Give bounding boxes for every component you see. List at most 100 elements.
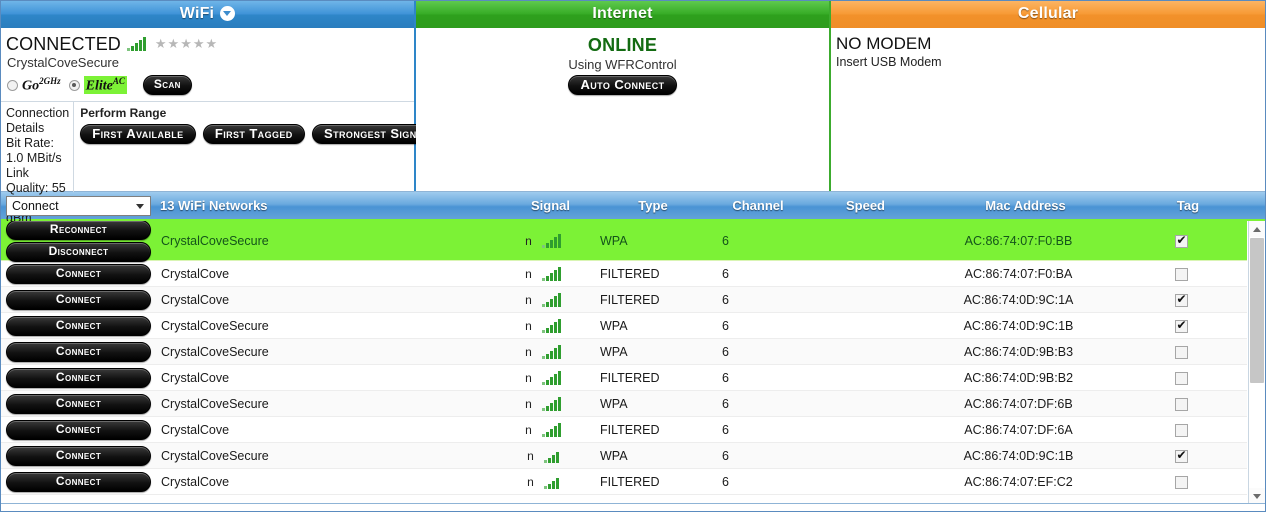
signal-strength-icon <box>542 397 562 411</box>
row-mac-address: AC:86:74:07:EF:C2 <box>911 475 1126 489</box>
table-row[interactable]: ConnectCrystalCovenFILTERED6AC:86:74:07:… <box>1 469 1247 495</box>
table-row[interactable]: ConnectCrystalCovenFILTERED6AC:86:74:07:… <box>1 417 1247 443</box>
tag-checkbox[interactable] <box>1175 294 1188 307</box>
row-wifi-mode: n <box>525 293 532 307</box>
reconnect-button[interactable]: Reconnect <box>6 221 151 240</box>
table-row[interactable]: ConnectCrystalCovenFILTERED6AC:86:74:07:… <box>1 261 1247 287</box>
action-select-cell: Connect <box>6 196 158 216</box>
row-ssid: CrystalCoveSecure <box>151 234 491 248</box>
scan-button[interactable]: Scan <box>143 75 192 95</box>
action-select-wrap[interactable]: Connect <box>6 196 151 216</box>
disconnect-button[interactable]: Disconnect <box>6 242 151 262</box>
radio-band-go2ghz[interactable] <box>7 80 18 91</box>
row-action-buttons: Connect <box>6 394 151 414</box>
network-table-body: ReconnectDisconnectCrystalCoveSecurenWPA… <box>1 221 1265 504</box>
column-header-signal[interactable]: Signal <box>498 198 603 213</box>
connected-ssid: CrystalCoveSecure <box>1 55 414 71</box>
wifi-status-row: CONNECTED ★★★★★ <box>1 33 414 55</box>
connect-button[interactable]: Connect <box>6 290 151 310</box>
signal-strength-icon <box>542 267 562 281</box>
scrollbar-thumb[interactable] <box>1250 238 1264 383</box>
column-header-channel[interactable]: Channel <box>703 198 813 213</box>
column-header-mac[interactable]: Mac Address <box>918 198 1133 213</box>
first-tagged-button[interactable]: First Tagged <box>203 124 305 144</box>
scroll-up-icon[interactable] <box>1249 221 1265 237</box>
signal-strength-icon <box>544 475 560 489</box>
tag-checkbox[interactable] <box>1175 450 1188 463</box>
internet-panel-title: Internet <box>592 1 652 27</box>
row-security-type: WPA <box>596 449 696 463</box>
table-row[interactable]: ConnectCrystalCoveSecurenWPA6AC:86:74:0D… <box>1 313 1247 339</box>
row-security-type: FILTERED <box>596 267 696 281</box>
connection-details: Connection Details Bit Rate: 1.0 MBit/s … <box>1 102 74 192</box>
tag-checkbox[interactable] <box>1175 268 1188 281</box>
action-select-value: Connect <box>12 199 59 213</box>
row-wifi-mode: n <box>525 397 532 411</box>
row-signal-cell: n <box>491 423 596 437</box>
table-row[interactable]: ConnectCrystalCovenFILTERED6AC:86:74:0D:… <box>1 365 1247 391</box>
scroll-down-icon[interactable] <box>1249 488 1265 504</box>
row-wifi-mode: n <box>525 267 532 281</box>
tag-checkbox[interactable] <box>1175 235 1188 248</box>
row-wifi-mode: n <box>525 371 532 385</box>
connect-button[interactable]: Connect <box>6 368 151 388</box>
wifi-panel-header[interactable]: WiFi <box>1 1 414 28</box>
chevron-down-icon[interactable] <box>136 204 144 209</box>
tag-checkbox[interactable] <box>1175 424 1188 437</box>
connect-button[interactable]: Connect <box>6 264 151 284</box>
table-row[interactable]: ConnectCrystalCovenFILTERED6AC:86:74:0D:… <box>1 287 1247 313</box>
row-action-cell: Reconnect Disconnect <box>1 221 151 262</box>
connect-button[interactable]: Connect <box>6 446 151 466</box>
wifi-panel-lower: Connection Details Bit Rate: 1.0 MBit/s … <box>1 101 414 192</box>
connect-button[interactable]: Connect <box>6 394 151 414</box>
row-security-type: FILTERED <box>596 475 696 489</box>
row-channel: 6 <box>696 319 806 333</box>
row-tag-cell <box>1126 448 1236 462</box>
tag-checkbox[interactable] <box>1175 346 1188 359</box>
wifi-panel-body: CONNECTED ★★★★★ CrystalCoveSecure Go2GHz… <box>1 28 414 192</box>
row-channel: 6 <box>696 475 806 489</box>
internet-panel-body: ONLINE Using WFRControl Auto Connect <box>416 28 829 95</box>
connect-button[interactable]: Connect <box>6 472 151 492</box>
column-header-tag[interactable]: Tag <box>1133 198 1243 213</box>
connect-button[interactable]: Connect <box>6 316 151 336</box>
row-channel: 6 <box>696 293 806 307</box>
first-available-button[interactable]: First Available <box>80 124 195 144</box>
tag-checkbox[interactable] <box>1175 372 1188 385</box>
row-channel: 6 <box>696 371 806 385</box>
row-signal-cell: n <box>491 345 596 359</box>
table-row[interactable]: ConnectCrystalCoveSecurenWPA6AC:86:74:0D… <box>1 339 1247 365</box>
row-action-cell: Connect <box>1 420 151 440</box>
cellular-status-text: NO MODEM <box>836 34 1265 54</box>
radio-band-elite-ac[interactable] <box>69 80 80 91</box>
row-mac-address: AC:86:74:0D:9B:B2 <box>911 371 1126 385</box>
tag-checkbox[interactable] <box>1175 320 1188 333</box>
network-table-scrollbar[interactable] <box>1248 221 1265 504</box>
cellular-panel-header[interactable]: Cellular <box>831 1 1265 28</box>
network-count-heading: 13 WiFi Networks <box>158 198 498 213</box>
connect-button[interactable]: Connect <box>6 342 151 362</box>
row-tag-cell <box>1126 474 1236 488</box>
table-row[interactable]: ConnectCrystalCoveSecurenWPA6AC:86:74:0D… <box>1 443 1247 469</box>
column-header-speed[interactable]: Speed <box>813 198 918 213</box>
row-action-buttons: Connect <box>6 342 151 362</box>
tag-checkbox[interactable] <box>1175 398 1188 411</box>
table-row[interactable]: ConnectCrystalCoveSecurenWPA6AC:86:74:07… <box>1 391 1247 417</box>
row-signal-cell: n <box>491 449 596 463</box>
table-row[interactable]: ReconnectDisconnectCrystalCoveSecurenWPA… <box>1 221 1247 261</box>
column-header-type[interactable]: Type <box>603 198 703 213</box>
action-select[interactable]: Connect <box>6 196 151 216</box>
connect-button[interactable]: Connect <box>6 420 151 440</box>
row-tag-cell <box>1126 318 1236 332</box>
wifi-panel-title: WiFi <box>180 1 214 27</box>
wifi-panel: WiFi CONNECTED ★★★★★ CrystalCoveSecure G… <box>1 1 416 191</box>
connection-details-title: Connection Details <box>6 106 69 136</box>
row-signal-cell: n <box>491 267 596 281</box>
internet-panel-header[interactable]: Internet <box>416 1 829 28</box>
auto-connect-button[interactable]: Auto Connect <box>568 75 676 95</box>
row-action-cell: Connect <box>1 368 151 388</box>
row-action-buttons: Connect <box>6 368 151 388</box>
tag-checkbox[interactable] <box>1175 476 1188 489</box>
chevron-down-circle-icon[interactable] <box>220 6 235 21</box>
row-ssid: CrystalCove <box>151 371 491 385</box>
